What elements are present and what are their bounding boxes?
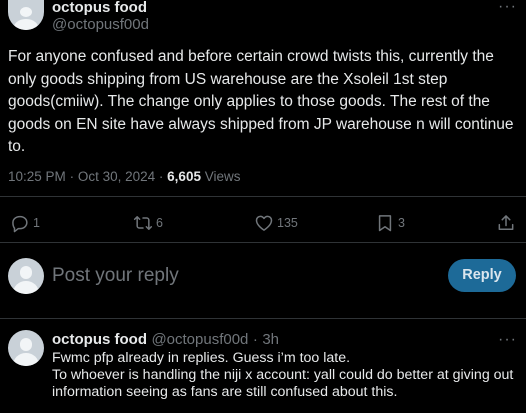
tweet-time[interactable]: 10:25 PM xyxy=(8,169,66,184)
bookmark-count: 3 xyxy=(398,216,405,230)
author-name[interactable]: octopus food xyxy=(52,0,147,16)
reply-input[interactable]: Post your reply xyxy=(52,262,432,290)
comment-separator: · xyxy=(252,331,258,348)
reply-count: 1 xyxy=(33,216,40,230)
divider xyxy=(0,196,526,197)
comment-text: Fwmc pfp already in replies. Guess i’m t… xyxy=(52,350,522,401)
like-action[interactable]: 135 xyxy=(254,213,298,233)
views-label: Views xyxy=(204,169,241,184)
comment-time[interactable]: 3h xyxy=(262,331,279,348)
tweet-meta: 10:25 PM · Oct 30, 2024 · 6,605 Views xyxy=(8,169,241,184)
like-count: 135 xyxy=(277,216,298,230)
share-action[interactable] xyxy=(496,213,516,233)
author-handle[interactable]: @octopusf00d xyxy=(52,16,149,34)
repost-action[interactable]: 6 xyxy=(133,213,163,233)
comment-author-name[interactable]: octopus food xyxy=(52,331,147,348)
tweet-date[interactable]: Oct 30, 2024 xyxy=(78,169,155,184)
avatar[interactable] xyxy=(8,330,44,366)
bookmark-action[interactable]: 3 xyxy=(375,213,405,233)
reply-button[interactable]: Reply xyxy=(448,259,516,292)
reply-action[interactable]: 1 xyxy=(10,213,40,233)
share-icon xyxy=(498,215,514,230)
more-icon[interactable]: ··· xyxy=(498,0,517,15)
avatar[interactable] xyxy=(8,0,44,30)
repost-count: 6 xyxy=(156,216,163,230)
divider xyxy=(0,318,526,319)
repost-icon xyxy=(133,216,153,230)
comment-header: octopus food @octopusf00d · 3h xyxy=(52,331,279,348)
comment-line: Fwmc pfp already in replies. Guess i’m t… xyxy=(52,350,351,366)
comment-line: To whoever is handling the niji x accoun… xyxy=(52,367,514,400)
meta-separator: · xyxy=(69,169,75,184)
comment-author-handle[interactable]: @octopusf00d xyxy=(151,331,248,348)
meta-separator: · xyxy=(158,169,164,184)
bookmark-icon xyxy=(378,215,392,232)
more-icon[interactable]: ··· xyxy=(498,332,517,348)
like-icon xyxy=(255,215,273,231)
reply-icon xyxy=(12,215,28,233)
views-count: 6,605 xyxy=(167,169,201,184)
tweet-text: For anyone confused and before certain c… xyxy=(8,48,514,155)
divider xyxy=(0,242,526,243)
avatar xyxy=(8,258,44,294)
